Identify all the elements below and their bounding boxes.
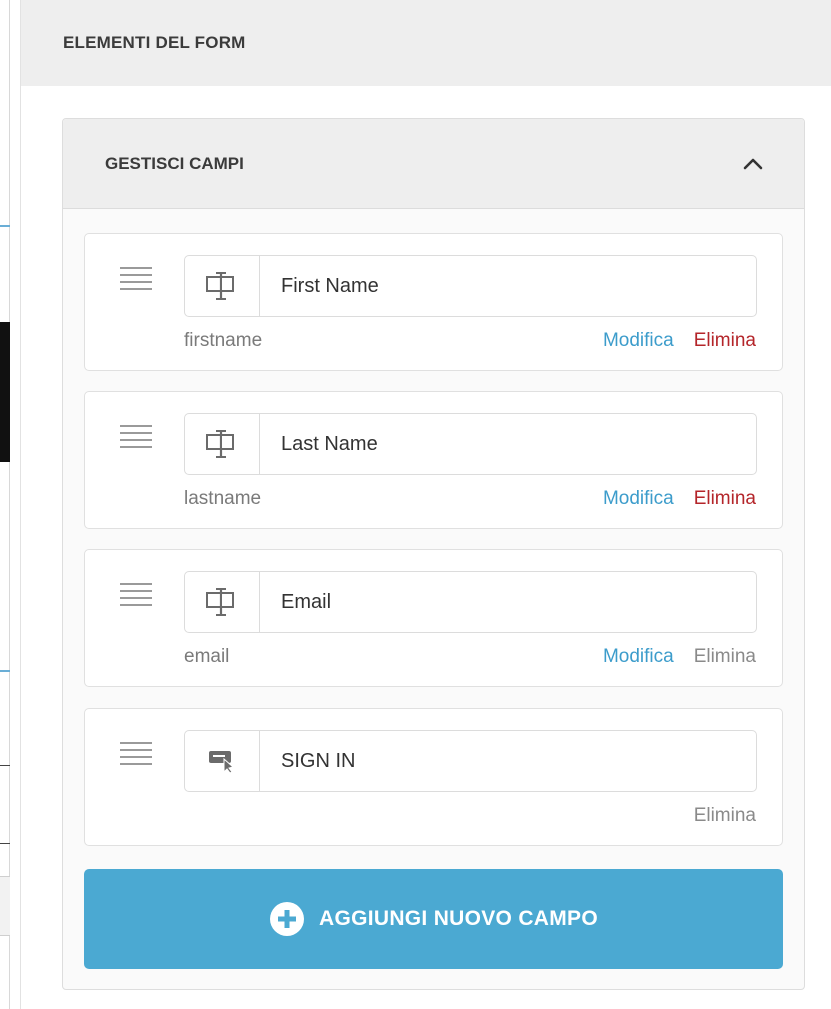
- field-actions: Elimina: [694, 805, 756, 827]
- field-preview: Last Name: [184, 413, 757, 475]
- field-item: Email email Modifica Elimina: [84, 549, 783, 687]
- panel-title: ELEMENTI DEL FORM: [63, 33, 246, 52]
- plus-circle-icon: [269, 901, 305, 937]
- delete-link[interactable]: Elimina: [694, 330, 756, 352]
- delete-link[interactable]: Elimina: [694, 805, 756, 827]
- field-key: lastname: [184, 488, 262, 509]
- chevron-up-icon[interactable]: [742, 153, 764, 175]
- background-page-mark: [0, 843, 10, 844]
- edit-link[interactable]: Modifica: [603, 488, 674, 510]
- background-page-edge: [0, 0, 10, 1009]
- background-page-mark: [0, 765, 10, 766]
- field-item: First Name firstname Modifica Elimina: [84, 233, 783, 371]
- drag-handle-icon[interactable]: [120, 583, 152, 607]
- field-preview: SIGN IN: [184, 730, 757, 792]
- field-label: Email: [281, 590, 332, 613]
- field-preview: First Name: [184, 255, 757, 317]
- drag-handle-icon[interactable]: [120, 742, 152, 766]
- field-label: First Name: [281, 274, 379, 297]
- field-actions: Modifica Elimina: [603, 330, 756, 352]
- field-key: firstname: [184, 330, 263, 351]
- text-field-icon: [185, 572, 260, 632]
- background-page-mark: [0, 876, 10, 936]
- field-key: email: [184, 646, 230, 667]
- delete-link[interactable]: Elimina: [694, 488, 756, 510]
- add-new-field-button[interactable]: AGGIUNGI NUOVO CAMPO: [84, 869, 783, 969]
- field-item: SIGN IN Elimina: [84, 708, 783, 846]
- field-preview: Email: [184, 571, 757, 633]
- add-new-field-label: AGGIUNGI NUOVO CAMPO: [318, 907, 598, 930]
- delete-link[interactable]: Elimina: [694, 646, 756, 668]
- field-actions: Modifica Elimina: [603, 488, 756, 510]
- manage-fields-section: GESTISCI CAMPI First Name firstname Modi…: [62, 118, 805, 990]
- panel-header: ELEMENTI DEL FORM: [21, 0, 831, 86]
- section-title: GESTISCI CAMPI: [105, 153, 244, 173]
- field-label: SIGN IN: [281, 749, 356, 772]
- edit-link[interactable]: Modifica: [603, 330, 674, 352]
- drag-handle-icon[interactable]: [120, 425, 152, 449]
- text-field-icon: [185, 256, 260, 316]
- button-click-icon: [185, 731, 260, 791]
- edit-link[interactable]: Modifica: [603, 646, 674, 668]
- background-page-mark: [0, 322, 10, 462]
- field-actions: Modifica Elimina: [603, 646, 756, 668]
- field-label: Last Name: [281, 432, 378, 455]
- page: ELEMENTI DEL FORM GESTISCI CAMPI First N…: [0, 0, 831, 1009]
- text-field-icon: [185, 414, 260, 474]
- background-page-mark: [0, 225, 10, 227]
- form-elements-panel: ELEMENTI DEL FORM GESTISCI CAMPI First N…: [20, 0, 831, 1009]
- field-item: Last Name lastname Modifica Elimina: [84, 391, 783, 529]
- section-header[interactable]: GESTISCI CAMPI: [63, 119, 804, 209]
- drag-handle-icon[interactable]: [120, 267, 152, 291]
- background-page-mark: [0, 670, 10, 672]
